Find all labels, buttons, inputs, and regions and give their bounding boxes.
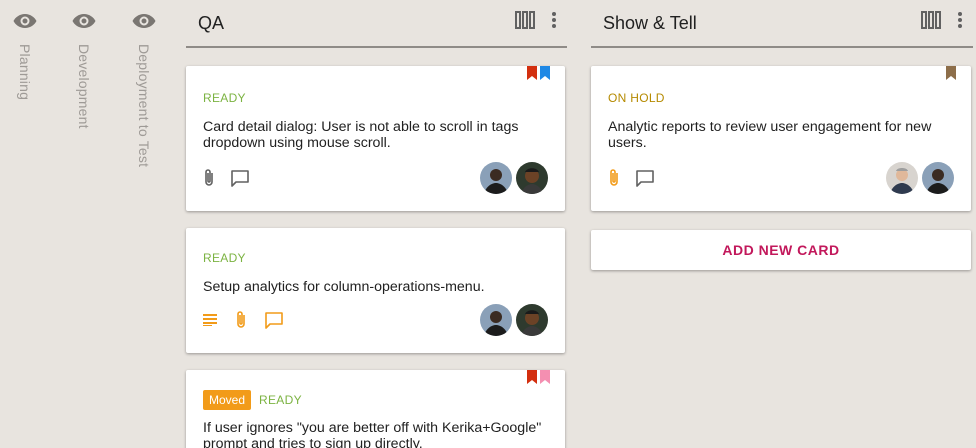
- card-flags: [527, 66, 550, 80]
- card[interactable]: READY Card detail dialog: User is not ab…: [186, 66, 565, 211]
- card[interactable]: ON HOLD Analytic reports to review user …: [591, 66, 971, 211]
- eye-icon[interactable]: [72, 12, 96, 30]
- bookmark-icon: [540, 66, 550, 80]
- chat-icon[interactable]: [231, 169, 249, 187]
- card-title: Card detail dialog: User is not able to …: [203, 119, 519, 151]
- eye-icon[interactable]: [13, 12, 37, 30]
- collapsed-column-label: Deployment to Test: [136, 44, 152, 168]
- card-flags: [527, 370, 550, 384]
- add-new-card-button[interactable]: ADD NEW CARD: [591, 230, 971, 270]
- collapsed-column-development[interactable]: Development: [59, 0, 109, 448]
- status-label: READY: [203, 251, 246, 265]
- card[interactable]: READY Setup analytics for column-operati…: [186, 228, 565, 353]
- chat-icon[interactable]: [265, 311, 283, 329]
- card-title: Setup analytics for column-operations-me…: [203, 279, 485, 295]
- avatar[interactable]: [480, 304, 512, 336]
- bookmark-icon: [527, 370, 537, 384]
- collapsed-column-label: Planning: [17, 44, 33, 101]
- status-label: READY: [259, 393, 302, 407]
- column-qa: QA READY Card detail dialog: User is not…: [186, 0, 567, 448]
- bookmark-icon: [946, 66, 956, 80]
- collapsed-column-deployment-to-test[interactable]: Deployment to Test: [119, 0, 169, 448]
- card[interactable]: Moved READY If user ignores "you are bet…: [186, 370, 565, 448]
- column-header: Show & Tell: [591, 0, 973, 48]
- column-icon[interactable]: [921, 11, 941, 29]
- attachment-icon[interactable]: [235, 310, 247, 330]
- moved-badge: Moved: [203, 390, 252, 410]
- card-title: If user ignores "you are better off with…: [203, 420, 542, 448]
- column-header: QA: [186, 0, 567, 48]
- card-flags: [946, 66, 956, 80]
- avatar[interactable]: [480, 162, 512, 194]
- chat-icon[interactable]: [636, 169, 654, 187]
- more-vert-icon[interactable]: [551, 11, 557, 29]
- status-label: ON HOLD: [608, 91, 665, 105]
- description-icon[interactable]: [203, 314, 217, 326]
- bookmark-icon: [527, 66, 537, 80]
- column-icon[interactable]: [515, 11, 535, 29]
- avatar[interactable]: [516, 162, 548, 194]
- collapsed-column-planning[interactable]: Planning: [0, 0, 50, 448]
- eye-icon[interactable]: [132, 12, 156, 30]
- column-title: Show & Tell: [603, 12, 697, 33]
- column-show-and-tell: Show & Tell ON HOLD Analytic reports to …: [591, 0, 973, 448]
- attachment-icon[interactable]: [608, 168, 620, 188]
- avatar[interactable]: [922, 162, 954, 194]
- bookmark-icon: [540, 370, 550, 384]
- avatar[interactable]: [516, 304, 548, 336]
- status-label: READY: [203, 91, 246, 105]
- more-vert-icon[interactable]: [957, 11, 963, 29]
- attachment-icon[interactable]: [203, 168, 215, 188]
- column-title: QA: [198, 12, 225, 33]
- card-title: Analytic reports to review user engageme…: [608, 119, 932, 151]
- collapsed-column-label: Development: [76, 44, 92, 129]
- avatar[interactable]: [886, 162, 918, 194]
